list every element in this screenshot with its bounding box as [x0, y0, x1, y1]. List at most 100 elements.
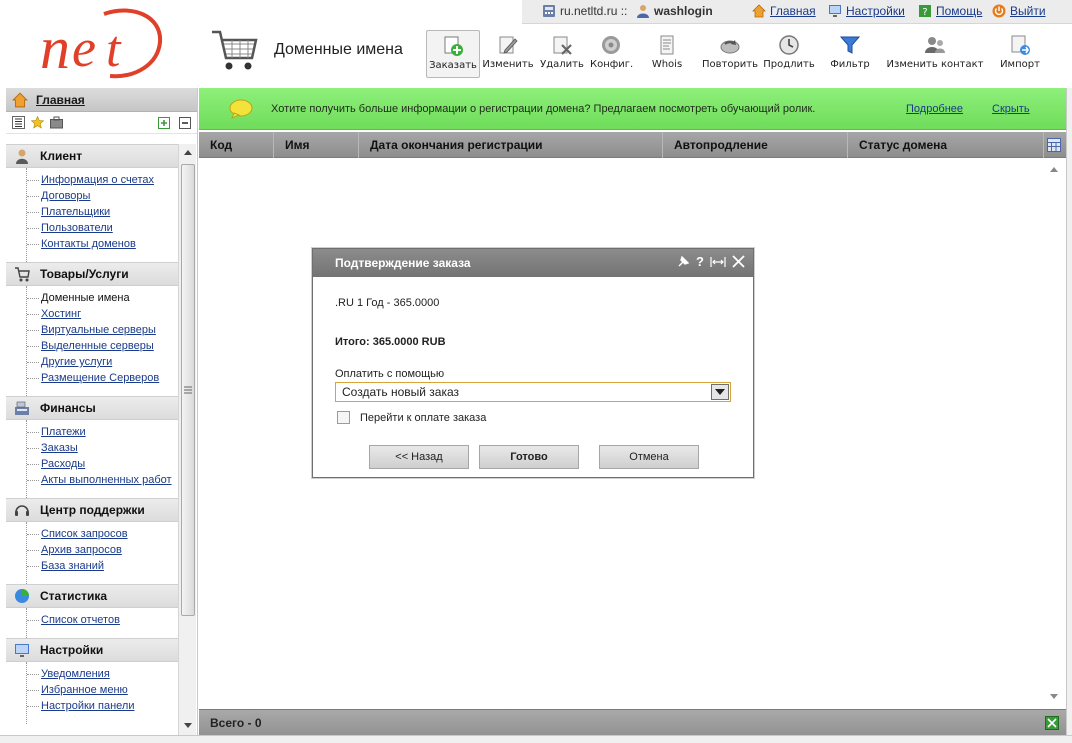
help-icon: ?: [919, 5, 931, 18]
order-button[interactable]: Заказать: [426, 30, 480, 78]
sidebar-item-payments[interactable]: Платежи: [27, 424, 180, 440]
sidebar-item-colocation[interactable]: Размещение Серверов: [27, 370, 180, 386]
repeat-button[interactable]: Повторить: [700, 30, 760, 78]
user-info[interactable]: washlogin: [636, 4, 713, 18]
sidebar-item-orders[interactable]: Заказы: [27, 440, 180, 456]
dialog-header[interactable]: Подтверждение заказа ?: [313, 249, 753, 277]
sidebar-group-support-items: Список запросов Архив запросов База знан…: [26, 522, 180, 584]
checkbox-box[interactable]: [337, 411, 350, 424]
edit-button[interactable]: Изменить: [482, 30, 534, 78]
sidebar-group-settings[interactable]: Настройки: [6, 638, 180, 662]
sidebar-scrollbar[interactable]: [178, 144, 196, 743]
pie-chart-icon: [15, 589, 29, 603]
col-autorenew[interactable]: Автопродление: [663, 132, 848, 158]
edit-icon: [499, 36, 518, 54]
banner-hide-link[interactable]: Скрыть: [992, 103, 1030, 115]
settings-monitor-icon: [15, 644, 29, 657]
column-config-icon[interactable]: [1047, 138, 1061, 152]
pin-icon[interactable]: [676, 255, 690, 269]
sidebar-item-panel-settings[interactable]: Настройки панели: [27, 698, 180, 714]
banner-more-link[interactable]: Подробнее: [906, 103, 963, 115]
topbar-link-help[interactable]: ? Помощь: [918, 4, 982, 18]
expand-all-icon[interactable]: [158, 117, 170, 129]
go-to-payment-checkbox[interactable]: Перейти к оплате заказа: [337, 411, 486, 424]
whois-document-icon: [660, 35, 674, 55]
sidebar-group-products[interactable]: Товары/Услуги: [6, 262, 180, 286]
sidebar-item-requests[interactable]: Список запросов: [27, 526, 180, 542]
sidebar-group-finance[interactable]: Финансы: [6, 396, 180, 420]
sidebar-menu: Клиент Информация о счетах Договоры Плат…: [6, 144, 180, 724]
sidebar-item-payers[interactable]: Плательщики: [27, 204, 180, 220]
sidebar-group-finance-items: Платежи Заказы Расходы Акты выполненных …: [26, 420, 180, 498]
col-domain-status[interactable]: Статус домена: [848, 132, 1044, 158]
shopping-cart-icon: [212, 30, 258, 70]
col-code[interactable]: Код: [199, 132, 274, 158]
scroll-down-icon[interactable]: [183, 722, 193, 730]
add-document-icon: [444, 36, 463, 56]
sidebar-item-hosting[interactable]: Хостинг: [27, 306, 180, 322]
home-icon: [752, 4, 766, 18]
sidebar-item-favorites-menu[interactable]: Избранное меню: [27, 682, 180, 698]
sidebar-item-acts[interactable]: Акты выполненных работ: [27, 472, 180, 488]
sidebar-group-support[interactable]: Центр поддержки: [6, 498, 180, 522]
sidebar-item-domains[interactable]: Доменные имена: [27, 290, 180, 306]
filter-icon: [839, 36, 861, 54]
order-confirmation-dialog: Подтверждение заказа ? .RU 1 Год - 365.0…: [312, 248, 754, 478]
topbar-link-home[interactable]: Главная: [752, 4, 816, 18]
scroll-up-icon[interactable]: [183, 148, 193, 156]
page-title: Доменные имена: [274, 41, 403, 58]
close-icon[interactable]: [732, 255, 745, 268]
sidebar-group-client[interactable]: Клиент: [6, 144, 180, 168]
sidebar-item-vps[interactable]: Виртуальные серверы: [27, 322, 180, 338]
sidebar-item-domain-contacts[interactable]: Контакты доменов: [27, 236, 180, 252]
done-button[interactable]: Готово: [479, 445, 579, 469]
sidebar-item-billing-info[interactable]: Информация о счетах: [27, 172, 180, 188]
dropdown-arrow-icon[interactable]: [711, 384, 729, 400]
whois-button[interactable]: Whois: [646, 30, 688, 78]
sidebar-group-statistics[interactable]: Статистика: [6, 584, 180, 608]
client-icon: [16, 149, 28, 164]
grid-scrollbar[interactable]: [1045, 158, 1063, 709]
collapse-all-icon[interactable]: [179, 117, 191, 129]
sidebar-home[interactable]: Главная: [6, 88, 197, 112]
scroll-up-icon[interactable]: [1050, 166, 1058, 172]
delete-button[interactable]: Удалить: [538, 30, 586, 78]
sidebar-item-dedicated[interactable]: Выделенные серверы: [27, 338, 180, 354]
back-button[interactable]: << Назад: [369, 445, 469, 469]
payment-method-select[interactable]: Создать новый заказ: [335, 382, 731, 402]
scroll-down-icon[interactable]: [1050, 694, 1058, 700]
sidebar-item-users[interactable]: Пользователи: [27, 220, 180, 236]
sidebar-item-notifications[interactable]: Уведомления: [27, 666, 180, 682]
sidebar-item-contracts[interactable]: Договоры: [27, 188, 180, 204]
username: washlogin: [654, 4, 713, 18]
filter-button[interactable]: Фильтр: [828, 30, 872, 78]
gear-icon: [602, 36, 620, 54]
change-contact-button[interactable]: Изменить контакт: [886, 30, 984, 78]
export-excel-icon[interactable]: [1045, 716, 1059, 730]
app-header: n e t ru.netltd.ru :: washlogin Главная …: [0, 0, 1072, 88]
site-info: ru.netltd.ru ::: [542, 4, 627, 18]
checkbox-label: Перейти к оплате заказа: [360, 411, 487, 424]
list-view-icon[interactable]: [12, 116, 25, 129]
col-expiry-date[interactable]: Дата окончания регистрации: [359, 132, 663, 158]
sidebar-item-expenses[interactable]: Расходы: [27, 456, 180, 472]
sidebar-item-knowledge-base[interactable]: База знаний: [27, 558, 180, 574]
renew-button[interactable]: Продлить: [762, 30, 816, 78]
col-name[interactable]: Имя: [274, 132, 359, 158]
help-icon[interactable]: ?: [696, 255, 704, 269]
favorites-star-icon[interactable]: [31, 116, 44, 129]
sidebar-item-reports[interactable]: Список отчетов: [27, 612, 180, 628]
briefcase-icon[interactable]: [50, 116, 63, 129]
config-button[interactable]: Конфиг.: [590, 30, 633, 78]
calculator-icon: [543, 5, 555, 17]
sidebar-item-requests-archive[interactable]: Архив запросов: [27, 542, 180, 558]
cancel-button[interactable]: Отмена: [599, 445, 699, 469]
import-button[interactable]: Импорт: [998, 30, 1042, 78]
maximize-icon[interactable]: [710, 255, 726, 269]
topbar-link-logout[interactable]: Выйти: [992, 4, 1046, 18]
info-banner: Хотите получить больше информации о реги…: [199, 88, 1066, 130]
grid-footer: Всего - 0: [199, 709, 1066, 735]
sidebar-scroll-thumb[interactable]: [181, 164, 195, 616]
topbar-link-settings[interactable]: Настройки: [828, 4, 905, 18]
sidebar-item-other-services[interactable]: Другие услуги: [27, 354, 180, 370]
